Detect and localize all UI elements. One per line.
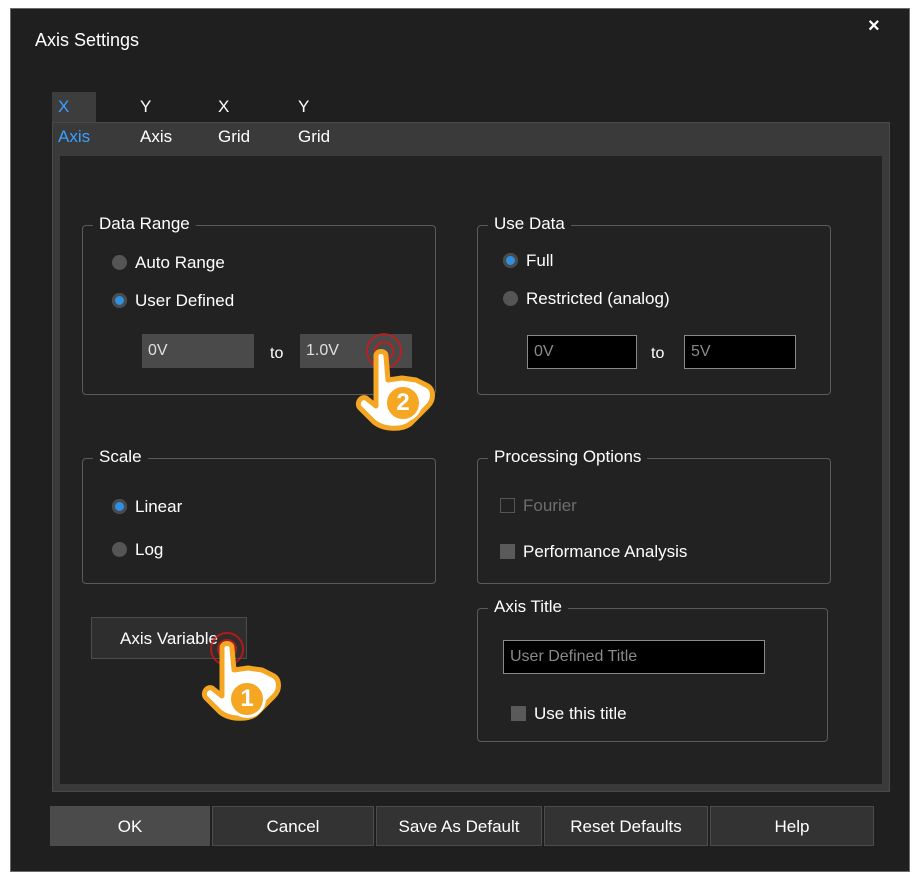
tab-y-axis[interactable]: Y Axis	[140, 92, 172, 146]
tab-x-grid[interactable]: X Grid	[218, 92, 250, 146]
callout-badge-1: 1	[228, 680, 266, 718]
data-range-from-input[interactable]	[142, 334, 254, 368]
user-defined-radio[interactable]: User Defined	[112, 291, 234, 311]
processing-options-group: Processing Options	[477, 447, 831, 584]
performance-analysis-checkbox[interactable]: Performance Analysis	[500, 542, 687, 562]
linear-label: Linear	[135, 497, 183, 516]
full-label: Full	[526, 251, 554, 270]
radio-selected-icon	[503, 253, 518, 268]
radio-selected-icon	[112, 499, 127, 514]
axis-title-legend: Axis Title	[488, 597, 569, 617]
axis-title-input[interactable]	[503, 640, 765, 674]
checkbox-icon	[500, 544, 515, 559]
scale-legend: Scale	[93, 447, 148, 467]
ok-button[interactable]: OK	[50, 806, 210, 846]
use-data-legend: Use Data	[488, 214, 571, 234]
tab-y-grid[interactable]: Y Grid	[298, 92, 330, 146]
tab-x-axis[interactable]: X Axis	[52, 92, 97, 146]
scale-group: Scale	[82, 447, 436, 584]
cancel-button[interactable]: Cancel	[212, 806, 374, 846]
radio-icon	[503, 291, 518, 306]
restricted-radio[interactable]: Restricted (analog)	[503, 289, 670, 309]
fourier-label: Fourier	[523, 496, 577, 515]
dialog-title: Axis Settings	[35, 30, 140, 50]
radio-selected-icon	[112, 293, 127, 308]
use-data-from-input[interactable]	[527, 335, 637, 369]
use-data-to-label: to	[651, 345, 665, 362]
performance-analysis-label: Performance Analysis	[523, 542, 688, 561]
log-radio[interactable]: Log	[112, 540, 163, 560]
linear-radio[interactable]: Linear	[112, 497, 182, 517]
auto-range-label: Auto Range	[135, 253, 225, 272]
use-this-title-checkbox[interactable]: Use this title	[511, 704, 627, 724]
radio-icon	[112, 542, 127, 557]
data-range-to-label: to	[270, 345, 284, 362]
help-button[interactable]: Help	[710, 806, 874, 846]
log-label: Log	[135, 540, 164, 559]
use-this-title-label: Use this title	[534, 704, 627, 723]
checkbox-icon	[511, 706, 526, 721]
fourier-checkbox[interactable]: Fourier	[500, 496, 577, 516]
full-radio[interactable]: Full	[503, 251, 553, 271]
auto-range-radio[interactable]: Auto Range	[112, 253, 225, 273]
checkbox-disabled-icon	[500, 498, 515, 513]
reset-defaults-button[interactable]: Reset Defaults	[544, 806, 708, 846]
use-data-to-input[interactable]	[684, 335, 796, 369]
save-as-default-button[interactable]: Save As Default	[376, 806, 542, 846]
data-range-legend: Data Range	[93, 214, 196, 234]
restricted-label: Restricted (analog)	[526, 289, 670, 308]
radio-icon	[112, 255, 127, 270]
user-defined-label: User Defined	[135, 291, 235, 310]
callout-badge-2: 2	[384, 384, 422, 422]
processing-options-legend: Processing Options	[488, 447, 648, 467]
close-icon[interactable]: ×	[868, 15, 880, 38]
